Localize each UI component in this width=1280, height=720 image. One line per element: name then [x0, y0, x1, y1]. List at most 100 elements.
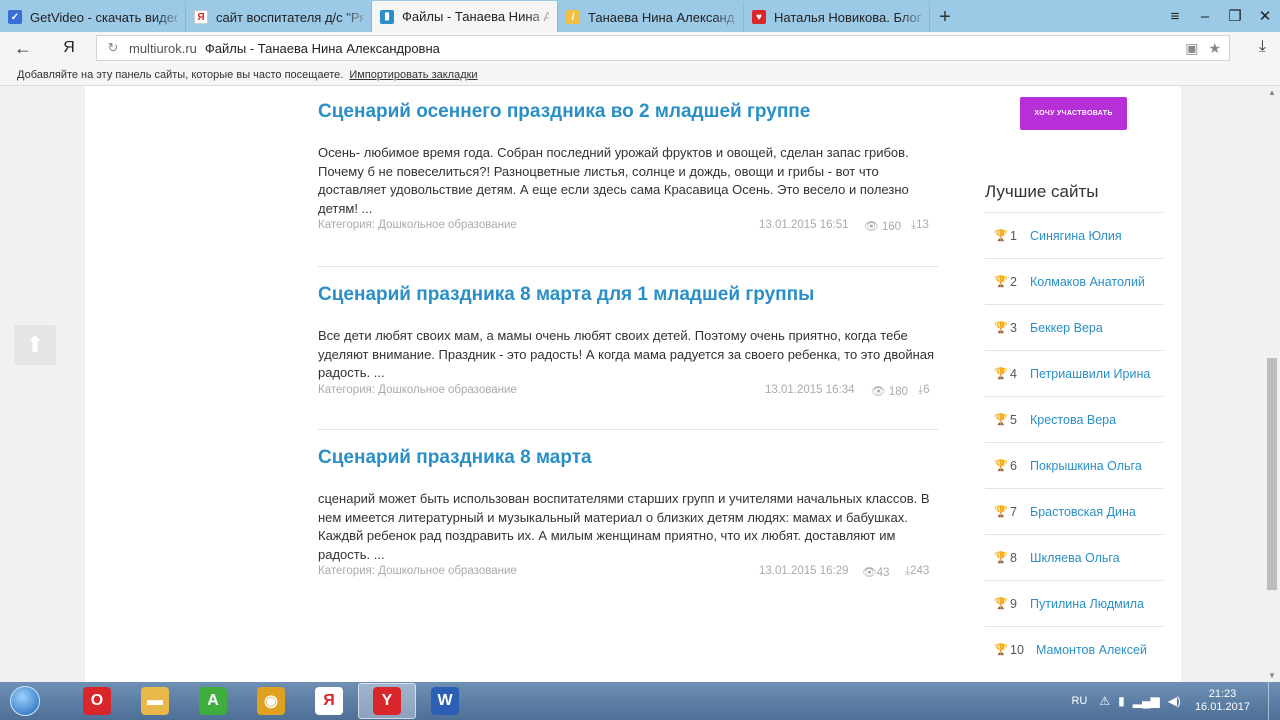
url-domain: multiurok.ru	[129, 40, 197, 56]
language-indicator[interactable]: RU	[1071, 695, 1087, 707]
best-site-name[interactable]: Мамонтов Алексей	[1036, 643, 1147, 657]
url-page-title: Файлы - Танаева Нина Александровна	[204, 40, 440, 56]
clock-time: 21:23	[1208, 688, 1237, 700]
best-site-name[interactable]: Путилина Людмила	[1030, 597, 1144, 611]
scroll-up-icon[interactable]: ▲	[1268, 88, 1276, 97]
yandex-browser-icon: Y	[373, 687, 401, 715]
browser-tab[interactable]: ♥Наталья Новикова. Блог - С	[744, 2, 930, 32]
network-icon[interactable]: ▮	[1118, 694, 1125, 708]
best-site-rank: 10	[1010, 642, 1024, 657]
best-site-name[interactable]: Крестова Вера	[1030, 413, 1116, 427]
best-site-item[interactable]: 🏆 6 Покрышкина Ольга	[985, 442, 1163, 488]
article-category[interactable]: Категория: Дошкольное образование	[318, 384, 517, 396]
article-title[interactable]: Сценарий праздника 8 марта для 1 младшей…	[318, 283, 938, 307]
article-excerpt: Осень- любимое время года. Собран послед…	[318, 145, 909, 216]
best-site-name[interactable]: Шкляева Ольга	[1030, 551, 1120, 565]
browser-tab[interactable]: /Танаева Нина Александров	[558, 2, 744, 32]
eye-icon: 👁	[871, 385, 886, 398]
vertical-scrollbar[interactable]: ▲ ▼	[1264, 86, 1280, 682]
tab-bar: ✓ GetVideo - скачать видео с Ясайт воспита…	[0, 0, 1280, 32]
article-title[interactable]: Сценарий праздника 8 марта	[318, 446, 938, 470]
scrollbar-thumb[interactable]	[1267, 358, 1277, 590]
url-field[interactable]: ↻ multiurok.ru Файлы - Танаева Нина Алек…	[96, 35, 1230, 61]
trophy-icon: 🏆	[994, 230, 1008, 242]
start-button[interactable]	[0, 682, 50, 720]
bookmarks-bar: Добавляйте на эту панель сайты, которые …	[0, 64, 1280, 86]
article-category[interactable]: Категория: Дошкольное образование	[318, 565, 517, 577]
best-site-rank: 2	[1010, 274, 1017, 289]
taskbar-app[interactable]: Y	[358, 683, 416, 719]
taskbar-app[interactable]: A	[184, 683, 242, 719]
best-site-name[interactable]: Петриашвили Ирина	[1030, 367, 1150, 381]
import-bookmarks-link[interactable]: Импортировать закладки	[349, 69, 477, 81]
article-item: Сценарий осеннего праздника во 2 младшей…	[318, 100, 938, 237]
pencil-icon: /	[566, 10, 580, 24]
menu-icon[interactable]: ≡	[1160, 8, 1190, 25]
arrow-up-icon: ⬆	[25, 332, 45, 357]
best-site-item[interactable]: 🏆 3 Беккер Вера	[985, 304, 1163, 350]
warning-icon[interactable]: ⚠	[1099, 694, 1110, 708]
best-site-item[interactable]: 🏆 2 Колмаков Анатолий	[985, 258, 1163, 304]
taskbar-app[interactable]: ▬	[126, 683, 184, 719]
word-icon: W	[431, 687, 459, 715]
taskbar-app[interactable]: O	[68, 683, 126, 719]
address-bar: ← Я ↻ multiurok.ru Файлы - Танаева Нина …	[0, 32, 1280, 64]
yandex-icon: Я	[315, 687, 343, 715]
views-count: 👁 160	[864, 221, 901, 233]
trophy-icon: 🏆	[994, 276, 1008, 288]
best-site-item[interactable]: 🏆 1 Синягина Юлия	[985, 212, 1163, 258]
taskbar-app[interactable]: ◉	[242, 683, 300, 719]
system-tray: RU ⚠ ▮ ▂▄▆ ◀) 21:23 16.01.2017	[1071, 682, 1280, 720]
best-site-name[interactable]: Беккер Вера	[1030, 321, 1103, 335]
best-sites-list: 🏆 1 Синягина Юлия 🏆 2 Колмаков Анатолий 🏆 3 Бекк…	[985, 212, 1163, 672]
best-site-rank: 7	[1010, 504, 1017, 519]
clock[interactable]: 21:23 16.01.2017	[1195, 688, 1250, 714]
reload-icon[interactable]: ↻	[97, 40, 129, 56]
close-icon[interactable]: ✕	[1250, 7, 1280, 25]
best-site-rank: 9	[1010, 596, 1017, 611]
best-site-item[interactable]: 🏆 10 Мамонтов Алексей	[985, 626, 1163, 672]
clock-date: 16.01.2017	[1194, 701, 1250, 713]
best-site-item[interactable]: 🏆 4 Петриашвили Ирина	[985, 350, 1163, 396]
best-site-item[interactable]: 🏆 9 Путилина Людмила	[985, 580, 1163, 626]
yandex-logo-icon[interactable]: Я	[46, 39, 92, 57]
volume-icon[interactable]: ◀)	[1168, 694, 1181, 708]
book-icon: ▮	[380, 9, 394, 24]
best-site-item[interactable]: 🏆 8 Шкляева Ольга	[985, 534, 1163, 580]
show-desktop-button[interactable]	[1268, 682, 1280, 720]
best-site-rank: 4	[1010, 366, 1017, 381]
taskbar-app[interactable]: Я	[300, 683, 358, 719]
best-site-name[interactable]: Синягина Юлия	[1030, 229, 1122, 243]
back-arrow-icon[interactable]: ←	[0, 38, 46, 59]
best-site-name[interactable]: Колмаков Анатолий	[1030, 275, 1145, 289]
scroll-down-icon[interactable]: ▼	[1268, 671, 1276, 680]
signal-icon[interactable]: ▂▄▆	[1133, 694, 1160, 708]
best-sites-title: Лучшие сайты	[985, 182, 1099, 201]
browser-tab[interactable]: Ясайт воспитателя д/с "Рябин	[186, 2, 372, 32]
download-icon[interactable]: ⤓	[1259, 38, 1266, 56]
best-site-item[interactable]: 🏆 7 Брастовская Дина	[985, 488, 1163, 534]
minimize-icon[interactable]: –	[1190, 8, 1220, 25]
best-site-item[interactable]: 🏆 5 Крестова Вера	[985, 396, 1163, 442]
taskbar-app[interactable]: W	[416, 683, 474, 719]
scroll-to-top-button[interactable]: ⬆	[14, 325, 56, 365]
page-viewport: ⬆ Сценарий осеннего праздника во 2 младш…	[0, 86, 1264, 682]
star-icon[interactable]: ★	[1208, 40, 1221, 57]
lock-icon[interactable]: ▣	[1185, 40, 1198, 57]
best-site-rank: 5	[1010, 412, 1017, 427]
browser-tab[interactable]: ▮ Файлы - Танаева Нина А	[372, 1, 558, 32]
best-site-name[interactable]: Покрышкина Ольга	[1030, 459, 1142, 473]
restore-icon[interactable]: ❐	[1220, 7, 1250, 25]
new-tab-button[interactable]: +	[930, 2, 960, 32]
best-site-name[interactable]: Брастовская Дина	[1030, 505, 1136, 519]
article-excerpt: сценарий может быть использован воспитат…	[318, 491, 930, 562]
article-title[interactable]: Сценарий осеннего праздника во 2 младшей…	[318, 100, 938, 124]
eye-icon: 👁	[862, 567, 877, 579]
trophy-icon: 🏆	[994, 598, 1008, 610]
join-button[interactable]: ХОЧУ УЧАСТВОВАТЬ	[1020, 97, 1127, 130]
divider	[318, 266, 938, 267]
browser-tab[interactable]: ✓ GetVideo - скачать видео с	[0, 2, 186, 32]
taskbar: O ▬ A ◉ Я Y W RU ⚠ ▮ ▂▄▆ ◀) 21:23 16.01.2017	[0, 682, 1280, 720]
article-category[interactable]: Категория: Дошкольное образование	[318, 219, 517, 231]
trophy-icon: 🏆	[994, 644, 1008, 656]
